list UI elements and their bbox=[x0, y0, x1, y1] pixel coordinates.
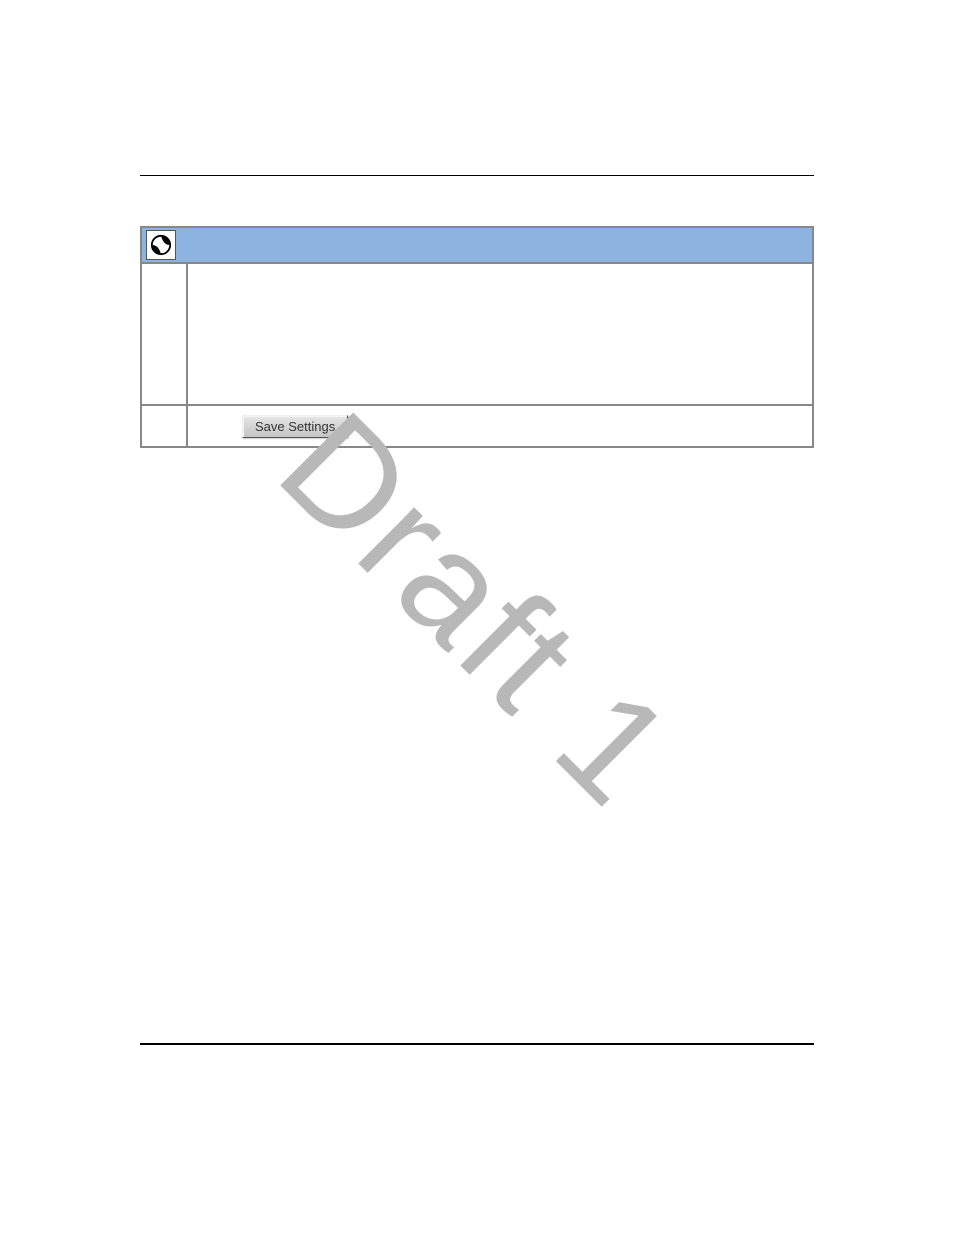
globe-icon bbox=[146, 230, 176, 260]
panel-left-column bbox=[142, 264, 188, 404]
panel-footer: Save Settings bbox=[142, 404, 812, 446]
top-rule bbox=[140, 175, 814, 176]
footer-left-column bbox=[142, 406, 188, 446]
save-settings-button[interactable]: Save Settings bbox=[242, 415, 348, 438]
bottom-rule bbox=[140, 1043, 814, 1045]
settings-panel: Save Settings bbox=[140, 226, 814, 448]
footer-actions: Save Settings bbox=[188, 406, 812, 446]
panel-body bbox=[142, 264, 812, 404]
panel-content bbox=[188, 264, 812, 404]
panel-titlebar bbox=[142, 228, 812, 264]
